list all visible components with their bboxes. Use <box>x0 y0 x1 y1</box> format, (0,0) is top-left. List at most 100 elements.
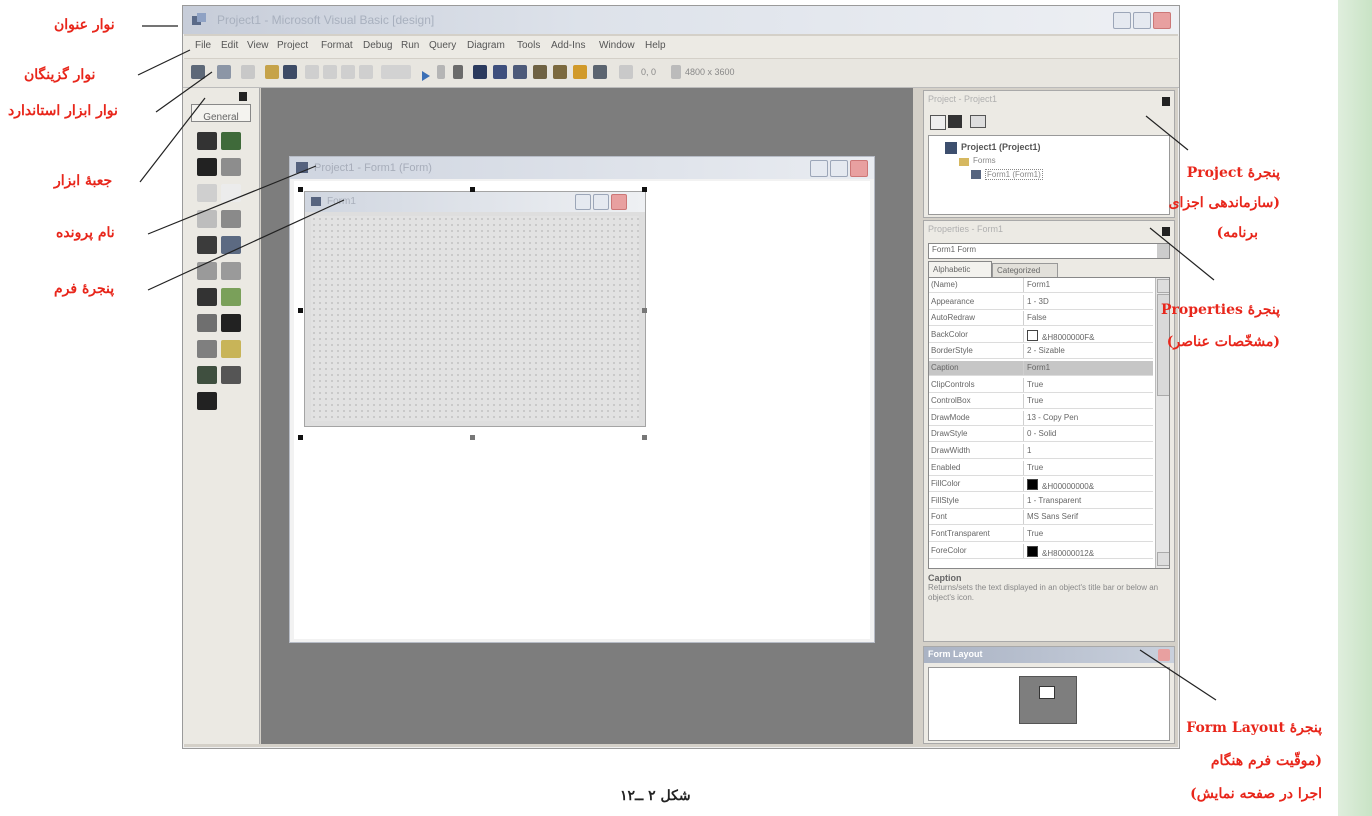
form1-minimize-button[interactable] <box>575 194 591 210</box>
tool-data-icon[interactable] <box>221 366 241 384</box>
tool-line-icon[interactable] <box>221 340 241 358</box>
property-row[interactable]: DrawWidth 1 <box>929 444 1153 459</box>
form1-maximize-button[interactable] <box>593 194 609 210</box>
property-value[interactable]: 0 - Solid <box>1027 429 1153 438</box>
property-value[interactable]: True <box>1027 396 1153 405</box>
property-value[interactable]: 13 - Copy Pen <box>1027 413 1153 422</box>
form-layout-title-bar[interactable]: Form Layout <box>924 647 1174 663</box>
menu-query[interactable]: Query <box>429 40 456 51</box>
scroll-down-icon[interactable] <box>1157 552 1169 566</box>
menu-project[interactable]: Project <box>277 40 308 51</box>
cut-icon[interactable] <box>305 65 319 79</box>
tab-alphabetic[interactable]: Alphabetic <box>928 261 992 278</box>
property-row[interactable]: FontTransparent True <box>929 527 1153 542</box>
properties-window-icon[interactable] <box>493 65 507 79</box>
menu-edit[interactable]: Edit <box>221 40 238 51</box>
property-row[interactable]: DrawStyle 0 - Solid <box>929 427 1153 443</box>
tool-timer-icon[interactable] <box>197 288 217 306</box>
property-row[interactable]: FillColor &H00000000& <box>929 477 1153 493</box>
tool-textbox-icon[interactable] <box>221 158 241 176</box>
property-value[interactable]: &H80000012& <box>1027 545 1153 558</box>
tool-optionbutton-icon[interactable] <box>221 210 241 228</box>
break-icon[interactable] <box>437 65 445 79</box>
form-position-preview[interactable] <box>1039 686 1055 699</box>
resize-handle-top-right[interactable] <box>642 187 647 192</box>
property-value[interactable]: 2 - Sizable <box>1027 346 1153 355</box>
scroll-up-icon[interactable] <box>1157 279 1169 293</box>
end-icon[interactable] <box>453 65 463 79</box>
property-value[interactable]: &H00000000& <box>1027 479 1153 491</box>
menu-debug[interactable]: Debug <box>363 40 392 51</box>
tree-folder[interactable]: Forms <box>973 156 996 165</box>
property-value[interactable]: MS Sans Serif <box>1027 512 1153 521</box>
menu-file[interactable]: File <box>195 40 211 51</box>
project-explorer-close-icon[interactable] <box>1162 97 1170 106</box>
tool-drivelistbox-icon[interactable] <box>221 288 241 306</box>
menu-help[interactable]: Help <box>645 40 666 51</box>
designer-close-button[interactable] <box>850 160 868 177</box>
menu-tools[interactable]: Tools <box>517 40 540 51</box>
start-icon[interactable] <box>421 67 431 86</box>
object-selector[interactable]: Form1 Form <box>928 243 1170 259</box>
tool-hscrollbar-icon[interactable] <box>197 262 217 280</box>
tool-listbox-icon[interactable] <box>221 236 241 254</box>
tool-pointer-icon[interactable] <box>197 132 217 150</box>
component-manager-icon[interactable] <box>593 65 607 79</box>
tool-shape-icon[interactable] <box>197 340 217 358</box>
tool-checkbox-icon[interactable] <box>197 210 217 228</box>
property-row[interactable]: Caption Form1 <box>929 361 1153 376</box>
add-project-icon[interactable] <box>191 65 205 79</box>
form-designer-window[interactable]: Project1 - Form1 (Form) Form1 <box>289 156 875 643</box>
toolbox-tab-general[interactable]: General <box>191 104 251 123</box>
property-row[interactable]: BackColor &H8000000F& <box>929 327 1153 343</box>
toolbox-icon[interactable] <box>553 65 567 79</box>
maximize-button[interactable] <box>1133 12 1151 29</box>
property-value[interactable]: True <box>1027 380 1153 389</box>
menu-format[interactable]: Format <box>321 40 353 51</box>
property-value[interactable]: Form1 <box>1027 363 1153 372</box>
tool-label-icon[interactable] <box>197 158 217 176</box>
property-value[interactable]: Form1 <box>1027 280 1153 289</box>
property-value[interactable]: 1 - 3D <box>1027 297 1153 306</box>
property-value[interactable]: 1 - Transparent <box>1027 496 1153 505</box>
property-value[interactable]: 1 <box>1027 446 1153 455</box>
menu-diagram[interactable]: Diagram <box>467 40 505 51</box>
view-code-icon[interactable] <box>930 115 946 130</box>
property-row[interactable]: Appearance 1 - 3D <box>929 294 1153 310</box>
menu-run[interactable]: Run <box>401 40 419 51</box>
copy-icon[interactable] <box>323 65 337 79</box>
tool-filelistbox-icon[interactable] <box>221 314 241 332</box>
resize-handle-top-left[interactable] <box>298 187 303 192</box>
menu-window[interactable]: Window <box>599 40 635 51</box>
property-value[interactable]: False <box>1027 313 1153 322</box>
save-project-icon[interactable] <box>283 65 297 79</box>
resize-handle-bottom-right[interactable] <box>642 435 647 440</box>
tool-ole-icon[interactable] <box>197 392 217 410</box>
form-layout-icon[interactable] <box>513 65 527 79</box>
view-object-icon[interactable] <box>948 115 962 128</box>
tree-item[interactable]: Form1 (Form1) <box>985 169 1043 180</box>
property-row[interactable]: FillStyle 1 - Transparent <box>929 493 1153 509</box>
paste-icon[interactable] <box>341 65 355 79</box>
tool-image-icon[interactable] <box>197 366 217 384</box>
resize-handle-bottom-middle[interactable] <box>470 435 475 440</box>
resize-handle-top-middle[interactable] <box>470 187 475 192</box>
minimize-button[interactable] <box>1113 12 1131 29</box>
hand-icon[interactable] <box>619 65 633 79</box>
tree-root[interactable]: Project1 (Project1) <box>961 142 1041 152</box>
tool-picturebox-icon[interactable] <box>221 132 241 150</box>
property-row[interactable]: ForeColor &H80000012& <box>929 543 1153 559</box>
property-row[interactable]: Enabled True <box>929 460 1153 476</box>
tool-frame-icon[interactable] <box>197 184 217 202</box>
property-row[interactable]: ControlBox True <box>929 394 1153 410</box>
property-value[interactable]: &H8000000F& <box>1027 329 1153 342</box>
property-value[interactable]: True <box>1027 463 1153 472</box>
data-view-icon[interactable] <box>573 65 587 79</box>
form1-title-bar[interactable]: Form1 <box>305 192 645 212</box>
form1-design-grid[interactable] <box>311 216 639 421</box>
close-button[interactable] <box>1153 12 1171 29</box>
project-explorer-icon[interactable] <box>473 65 487 79</box>
tool-combobox-icon[interactable] <box>197 236 217 254</box>
form1-close-button[interactable] <box>611 194 627 210</box>
tool-vscrollbar-icon[interactable] <box>221 262 241 280</box>
